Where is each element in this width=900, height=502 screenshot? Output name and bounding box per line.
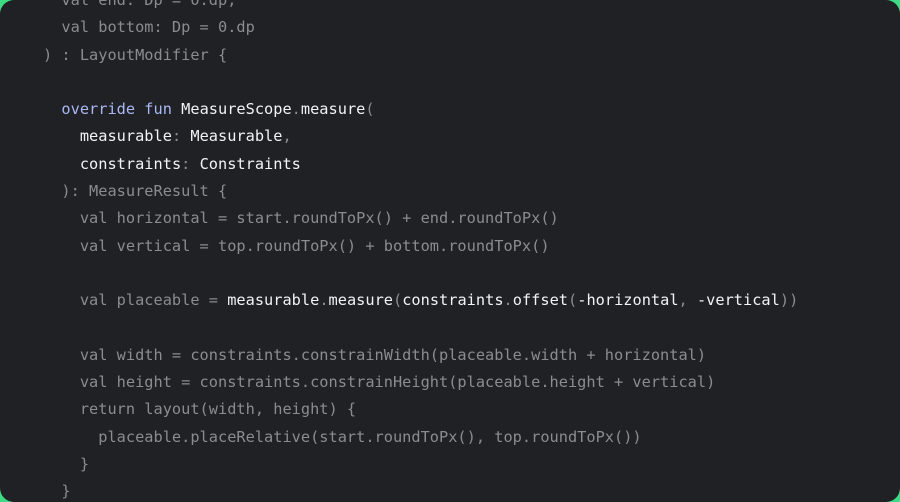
code-token: : xyxy=(171,127,191,146)
code-token: : xyxy=(181,154,200,173)
code-token: return layout(width, height) { xyxy=(43,400,357,419)
code-line: measurable: Measurable, xyxy=(43,123,798,150)
code-token: , xyxy=(678,291,697,310)
code-line: val horizontal = start.roundToPx() + end… xyxy=(43,205,798,232)
code-token: measure xyxy=(328,291,393,310)
code-token: } xyxy=(43,455,90,474)
code-line: } xyxy=(43,451,798,478)
code-line: val bottom: Dp = 0.dp xyxy=(43,14,798,41)
code-line: placeable.placeRelative(start.roundToPx(… xyxy=(43,424,798,451)
code-token: placeable.placeRelative(start.roundToPx(… xyxy=(43,427,642,446)
code-line: override fun MeasureScope.measure( xyxy=(43,96,798,123)
code-token: , xyxy=(282,127,292,146)
code-token: -horizontal xyxy=(577,291,679,310)
code-block: val end: Dp = 0.dp, val bottom: Dp = 0.d… xyxy=(43,0,798,502)
code-line: val height = constraints.constrainHeight… xyxy=(43,369,798,396)
code-token: ( xyxy=(365,100,375,119)
code-token: constraints xyxy=(79,154,182,173)
code-token: val height = constraints.constrainHeight… xyxy=(43,373,716,392)
code-token: -vertical xyxy=(696,291,780,310)
code-token: val horizontal = start.roundToPx() + end… xyxy=(43,209,559,228)
code-token: . xyxy=(503,291,513,310)
code-token: measure xyxy=(300,100,366,119)
code-token: ): MeasureResult { xyxy=(43,182,228,201)
code-token: constraints xyxy=(402,291,504,310)
code-token: measurable xyxy=(227,291,320,310)
code-token: Constraints xyxy=(199,154,301,173)
code-token: . xyxy=(291,100,301,119)
code-token: Measurable xyxy=(190,127,283,146)
code-line: return layout(width, height) { xyxy=(43,396,798,423)
code-line: val width = constraints.constrainWidth(p… xyxy=(43,342,798,369)
code-panel: val end: Dp = 0.dp, val bottom: Dp = 0.d… xyxy=(0,0,900,502)
code-token: . xyxy=(319,291,329,310)
code-line: } xyxy=(43,478,798,502)
code-token: val vertical = top.roundToPx() + bottom.… xyxy=(43,236,550,255)
code-token: ( xyxy=(568,291,578,310)
code-line: ): MeasureResult { xyxy=(43,178,798,205)
code-token: val width = constraints.constrainWidth(p… xyxy=(43,345,707,364)
code-token: offset xyxy=(512,291,569,310)
code-token: ( xyxy=(393,291,403,310)
code-token: )) xyxy=(779,291,799,310)
code-token: val placeable = xyxy=(43,291,228,310)
code-line: ) : LayoutModifier { xyxy=(43,42,798,69)
code-token: MeasureScope xyxy=(181,100,292,119)
code-token: override fun xyxy=(61,100,172,119)
code-line: val vertical = top.roundToPx() + bottom.… xyxy=(43,233,798,260)
code-line: val end: Dp = 0.dp, xyxy=(43,0,798,14)
code-token: measurable xyxy=(79,127,172,146)
code-token: val bottom: Dp = 0.dp xyxy=(43,18,255,37)
code-token: } xyxy=(43,482,71,501)
code-token: ) : LayoutModifier { xyxy=(43,45,228,64)
code-line: constraints: Constraints xyxy=(43,151,798,178)
code-line: val placeable = measurable.measure(const… xyxy=(43,287,798,314)
code-token: val end: Dp = 0.dp, xyxy=(43,0,237,9)
